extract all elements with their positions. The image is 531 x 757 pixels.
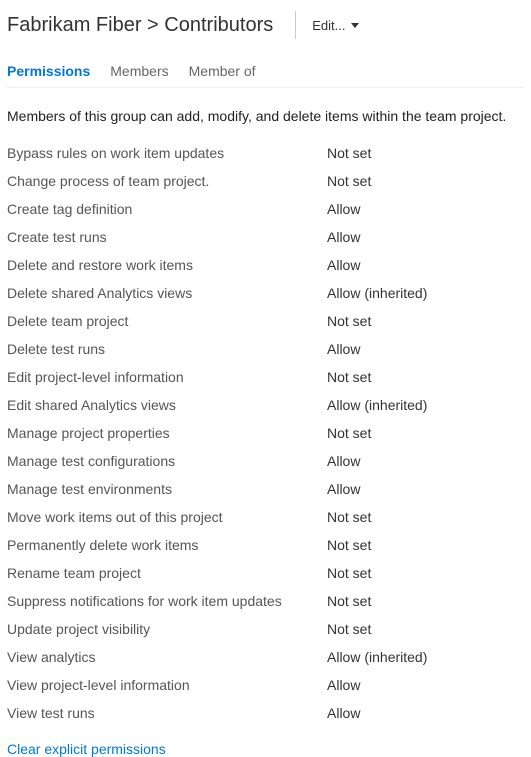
permissions-table: Bypass rules on work item updatesNot set…: [7, 139, 524, 727]
breadcrumb-group: Contributors: [164, 14, 273, 36]
permission-name: Delete team project: [7, 313, 327, 329]
group-description: Members of this group can add, modify, a…: [7, 108, 524, 124]
permission-row: Bypass rules on work item updatesNot set: [7, 139, 524, 167]
permission-row: Rename team projectNot set: [7, 559, 524, 587]
permission-name: Permanently delete work items: [7, 537, 327, 553]
permission-row: Edit shared Analytics viewsAllow (inheri…: [7, 391, 524, 419]
permission-value[interactable]: Allow: [327, 481, 360, 497]
edit-label: Edit...: [312, 18, 345, 33]
permission-value[interactable]: Not set: [327, 145, 371, 161]
permission-value[interactable]: Allow: [327, 201, 360, 217]
permission-name: Delete test runs: [7, 341, 327, 357]
permission-name: Edit shared Analytics views: [7, 397, 327, 413]
permission-row: Permanently delete work itemsNot set: [7, 531, 524, 559]
permission-row: Change process of team project.Not set: [7, 167, 524, 195]
permission-value[interactable]: Not set: [327, 509, 371, 525]
permission-value[interactable]: Not set: [327, 425, 371, 441]
clear-explicit-permissions-link[interactable]: Clear explicit permissions: [7, 741, 166, 757]
breadcrumb-separator: >: [147, 14, 159, 36]
permission-name: Delete shared Analytics views: [7, 285, 327, 301]
permission-row: Manage test configurationsAllow: [7, 447, 524, 475]
permission-value[interactable]: Allow: [327, 229, 360, 245]
permission-value[interactable]: Not set: [327, 369, 371, 385]
chevron-down-icon: [351, 23, 359, 28]
permission-name: Manage test configurations: [7, 453, 327, 469]
permission-value[interactable]: Allow: [327, 677, 360, 693]
permission-row: Manage test environmentsAllow: [7, 475, 524, 503]
permission-name: Move work items out of this project: [7, 509, 327, 525]
permission-value[interactable]: Not set: [327, 173, 371, 189]
header: Fabrikam Fiber > Contributors Edit...: [7, 11, 524, 39]
permission-row: Create tag definitionAllow: [7, 195, 524, 223]
permission-row: Suppress notifications for work item upd…: [7, 587, 524, 615]
permission-name: Create test runs: [7, 229, 327, 245]
permission-row: Edit project-level informationNot set: [7, 363, 524, 391]
permission-name: Manage project properties: [7, 425, 327, 441]
tab-members[interactable]: Members: [110, 57, 168, 87]
permission-row: View test runsAllow: [7, 699, 524, 727]
tab-permissions[interactable]: Permissions: [7, 57, 90, 87]
permission-value[interactable]: Not set: [327, 593, 371, 609]
header-divider: [295, 11, 296, 39]
permission-value[interactable]: Allow (inherited): [327, 285, 427, 301]
permission-row: Manage project propertiesNot set: [7, 419, 524, 447]
permission-row: Delete and restore work itemsAllow: [7, 251, 524, 279]
permission-row: Delete test runsAllow: [7, 335, 524, 363]
permission-name: Update project visibility: [7, 621, 327, 637]
tab-member-of[interactable]: Member of: [189, 57, 256, 87]
permission-value[interactable]: Not set: [327, 313, 371, 329]
permission-name: Create tag definition: [7, 201, 327, 217]
permission-row: Update project visibilityNot set: [7, 615, 524, 643]
permission-name: Suppress notifications for work item upd…: [7, 593, 327, 609]
permission-name: Change process of team project.: [7, 173, 327, 189]
permission-value[interactable]: Allow: [327, 257, 360, 273]
permission-value[interactable]: Allow: [327, 453, 360, 469]
permission-value[interactable]: Allow (inherited): [327, 649, 427, 665]
edit-dropdown-button[interactable]: Edit...: [306, 14, 365, 37]
permission-value[interactable]: Not set: [327, 537, 371, 553]
permission-name: View project-level information: [7, 677, 327, 693]
permission-name: Manage test environments: [7, 481, 327, 497]
permission-name: View analytics: [7, 649, 327, 665]
permission-name: Delete and restore work items: [7, 257, 327, 273]
permission-value[interactable]: Allow (inherited): [327, 397, 427, 413]
permission-row: Move work items out of this projectNot s…: [7, 503, 524, 531]
breadcrumb-project[interactable]: Fabrikam Fiber: [7, 14, 141, 36]
permission-row: Create test runsAllow: [7, 223, 524, 251]
permission-value[interactable]: Allow: [327, 341, 360, 357]
tabs: Permissions Members Member of: [7, 57, 524, 88]
permission-name: Bypass rules on work item updates: [7, 145, 327, 161]
permission-name: Edit project-level information: [7, 369, 327, 385]
permission-row: Delete shared Analytics viewsAllow (inhe…: [7, 279, 524, 307]
permission-name: Rename team project: [7, 565, 327, 581]
permission-row: Delete team projectNot set: [7, 307, 524, 335]
breadcrumb: Fabrikam Fiber > Contributors: [7, 14, 273, 37]
permission-name: View test runs: [7, 705, 327, 721]
permission-value[interactable]: Allow: [327, 705, 360, 721]
permission-value[interactable]: Not set: [327, 621, 371, 637]
permission-row: View project-level informationAllow: [7, 671, 524, 699]
permission-row: View analyticsAllow (inherited): [7, 643, 524, 671]
permission-value[interactable]: Not set: [327, 565, 371, 581]
